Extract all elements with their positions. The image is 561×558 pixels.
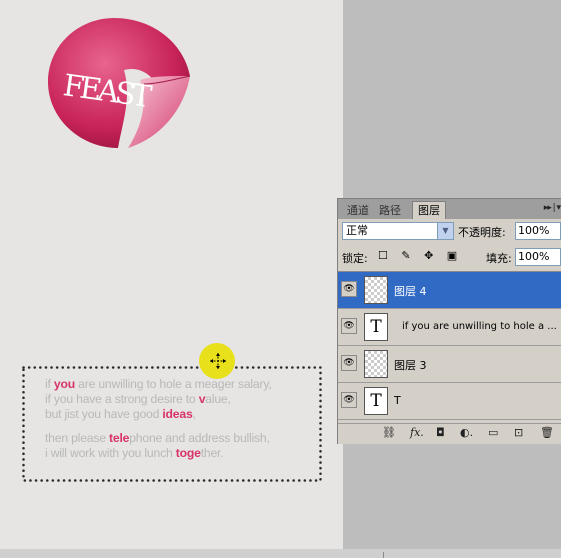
blend-mode-value: 正常 [346, 224, 368, 237]
paragraph-line: if you have a strong desire to value, [45, 392, 325, 407]
eye-icon[interactable]: 👁 [341, 355, 357, 371]
highlight-word: tele [109, 431, 130, 445]
new-layer-icon[interactable]: ⊡ [514, 426, 523, 439]
text-run: then please [45, 431, 110, 445]
layer-name: 图层 3 [394, 359, 427, 372]
group-icon[interactable]: ▭ [488, 426, 498, 439]
mask-icon[interactable]: ◘ [436, 426, 445, 439]
adjustment-icon[interactable]: ◐. [460, 426, 473, 439]
paragraph-line: but jist you have good ideas, [45, 407, 325, 422]
move-cursor-icon [210, 353, 226, 369]
text-run: phone and address bullish, [129, 431, 270, 445]
layer-row[interactable]: 👁 图层 4 [338, 272, 561, 309]
layer-name: if you are unwilling to hole a ... [402, 321, 557, 332]
layers-list: 👁 图层 4 👁 T if you are unwilling to hole … [338, 271, 561, 424]
eye-icon[interactable]: 👁 [341, 392, 357, 408]
highlight-word: ideas [162, 407, 193, 421]
feast-logo: FEAST [48, 18, 191, 148]
highlight-word: you [53, 377, 75, 391]
trash-icon[interactable]: 🗑 [540, 426, 554, 439]
text-run: i will work with you lunch [45, 446, 176, 460]
paragraph-line: if you are unwilling to hole a meager sa… [45, 377, 325, 392]
text-run: if [45, 377, 54, 391]
lock-label: 锁定: [342, 252, 368, 265]
opacity-field[interactable]: 100% [515, 222, 561, 240]
layer-name: T [394, 394, 401, 407]
text-run: if you have a strong desire to [45, 392, 199, 406]
fill-field[interactable]: 100% [515, 248, 561, 266]
highlight-word: toge [175, 446, 201, 460]
tab-paths[interactable]: 路径 [374, 202, 406, 219]
lock-icons[interactable]: ☐ ✎ ✥ ▣ [378, 249, 462, 262]
panel-menu-icon[interactable]: ▸▸ | ▾ [544, 203, 561, 213]
layer-thumbnail [364, 276, 388, 304]
text-run: , [192, 407, 196, 421]
paragraph-line [45, 422, 325, 431]
text-run: but jist you have good [45, 407, 163, 421]
eye-icon[interactable]: 👁 [341, 281, 357, 297]
blend-mode-select[interactable]: 正常 ▼ [342, 222, 454, 240]
tab-layers[interactable]: 图层 [412, 201, 446, 219]
fx-icon[interactable]: fx. [410, 426, 424, 439]
text-run: alue, [205, 392, 231, 406]
paragraph-line: i will work with you lunch together. [45, 446, 325, 461]
layers-panel: 通道 路径 图层 ▸▸ | ▾ 正常 ▼ 不透明度: 100% 锁定: ☐ ✎ … [337, 198, 561, 444]
layer-row[interactable]: 👁 T T [338, 383, 561, 420]
fill-label: 填充: [486, 252, 512, 265]
layer-thumbnail [364, 350, 388, 378]
link-icon[interactable]: ⛓ [382, 426, 396, 439]
document-canvas[interactable]: FEAST if you are unwilling to hole a mea… [0, 0, 343, 549]
layer-row[interactable]: 👁 T if you are unwilling to hole a ... [338, 309, 561, 346]
layer-row[interactable]: 👁 图层 3 [338, 346, 561, 383]
layers-footer: ⛓ fx. ◘ ◐. ▭ ⊡ 🗑 [338, 423, 561, 444]
text-run: are unwilling to hole a meager salary, [74, 377, 272, 391]
status-divider [383, 552, 384, 558]
paragraph-line: then please telephone and address bullis… [45, 431, 325, 446]
text-run: ther. [200, 446, 224, 460]
layer-name: 图层 4 [394, 285, 427, 298]
chevron-down-icon[interactable]: ▼ [437, 223, 453, 239]
status-strip [0, 549, 561, 558]
body-paragraph: if you are unwilling to hole a meager sa… [45, 377, 325, 461]
panel-tab-bar: 通道 路径 图层 ▸▸ | ▾ [338, 199, 561, 219]
eye-icon[interactable]: 👁 [341, 318, 357, 334]
tab-channels[interactable]: 通道 [342, 202, 374, 219]
text-layer-icon: T [364, 387, 388, 415]
text-layer-icon: T [364, 313, 388, 341]
opacity-label: 不透明度: [458, 226, 506, 239]
